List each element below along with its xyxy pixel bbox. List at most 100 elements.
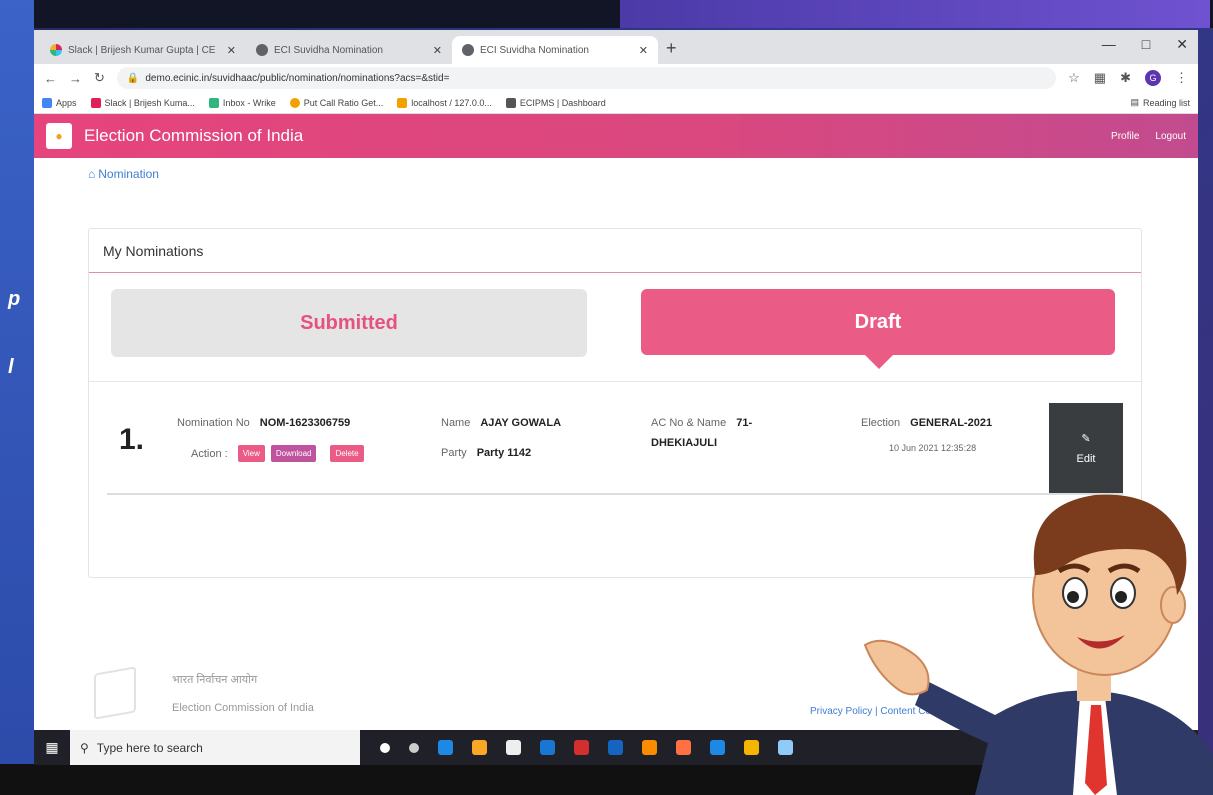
url-field[interactable]: 🔒 demo.ecinic.in/suvidhaac/public/nomina… xyxy=(116,67,1057,89)
taskbar-app-icon[interactable] xyxy=(506,740,521,755)
delete-button[interactable]: Delete xyxy=(330,445,364,462)
bookmark-label: ECIPMS | Dashboard xyxy=(519,97,606,108)
nomination-no-label: Nomination No xyxy=(177,417,250,429)
left-panel-glyph: p xyxy=(8,288,21,310)
bookmark-label: localhost / 127.0.0... xyxy=(411,97,492,108)
taskbar-app-icon[interactable] xyxy=(676,740,691,755)
taskbar-app-icon[interactable] xyxy=(472,740,487,755)
puzzle-icon[interactable]: ✱ xyxy=(1120,70,1131,86)
top-strip xyxy=(0,0,1213,28)
windows-start-icon[interactable]: ▦ xyxy=(34,739,70,756)
ac-label: AC No & Name xyxy=(651,417,727,429)
profile-link[interactable]: Profile xyxy=(1111,131,1139,142)
reading-list-button[interactable]: ▤ Reading list xyxy=(1130,97,1190,108)
taskbar-app-icon[interactable] xyxy=(778,740,793,755)
window-controls: — □ ✕ xyxy=(1102,36,1188,53)
reading-list-label: Reading list xyxy=(1142,97,1190,108)
taskbar-app-icon[interactable] xyxy=(574,740,589,755)
action-label: Action : xyxy=(191,447,228,460)
forward-icon[interactable]: → xyxy=(69,71,82,86)
download-button[interactable]: Download xyxy=(270,445,317,462)
logout-link[interactable]: Logout xyxy=(1155,131,1186,142)
bookmark-label: Inbox - Wrike xyxy=(222,97,276,108)
bookmark-item[interactable]: localhost / 127.0.0... xyxy=(397,97,492,108)
search-icon: ⚲ xyxy=(80,740,89,755)
apps-icon xyxy=(42,97,52,108)
pupil-shape xyxy=(1115,591,1127,603)
view-button[interactable]: View xyxy=(237,445,265,462)
browser-tab[interactable]: Slack | Brijesh Kumar Gupta | CE ✕ xyxy=(40,36,246,64)
taskbar-app-icon[interactable] xyxy=(744,740,759,755)
bookmark-item[interactable]: ECIPMS | Dashboard xyxy=(505,97,606,108)
taskbar-app-icon[interactable] xyxy=(409,742,419,753)
tab-submitted[interactable]: Submitted xyxy=(111,289,587,357)
bookmark-item[interactable]: Put Call Ratio Get... xyxy=(289,97,384,108)
taskbar-app-icon[interactable] xyxy=(438,740,453,755)
active-tab-pointer xyxy=(865,355,893,369)
header-links: Profile Logout xyxy=(1111,131,1186,142)
breadcrumb[interactable]: ⌂ Nomination xyxy=(34,158,1198,184)
name-label: Name xyxy=(441,417,471,429)
row-index: 1. xyxy=(119,423,145,456)
dashboard-icon xyxy=(505,97,516,108)
edit-label: Edit xyxy=(1076,452,1096,465)
reading-list-icon: ▤ xyxy=(1130,97,1139,107)
bookmark-item[interactable]: Inbox - Wrike xyxy=(208,97,276,108)
taskbar-app-icon[interactable] xyxy=(608,740,623,755)
taskbar-app-icon[interactable] xyxy=(710,740,725,755)
menu-icon[interactable]: ⋮ xyxy=(1175,70,1188,86)
checkmark-icon xyxy=(208,97,219,108)
bookmarks-bar: Apps Slack | Brijesh Kuma... Inbox - Wri… xyxy=(34,92,1198,114)
taskbar-app-icon[interactable] xyxy=(642,740,657,755)
cartoon-presenter-illustration xyxy=(863,494,1213,795)
phpmyadmin-icon xyxy=(397,97,408,108)
bookmark-item[interactable]: Apps xyxy=(42,97,77,108)
eci-logo-icon: ● xyxy=(46,123,72,149)
close-window-icon[interactable]: ✕ xyxy=(1176,36,1188,53)
close-tab-icon[interactable]: ✕ xyxy=(227,44,236,57)
globe-icon xyxy=(256,44,268,56)
election-label: Election xyxy=(861,417,901,429)
eci-emblem-icon xyxy=(94,666,136,720)
bookmark-label: Apps xyxy=(56,97,77,108)
edit-icon: ✎ xyxy=(1081,432,1091,445)
bookmark-label: Put Call Ratio Get... xyxy=(303,97,384,108)
taskbar-app-icon[interactable] xyxy=(540,740,555,755)
minimize-icon[interactable]: — xyxy=(1102,36,1116,53)
close-tab-icon[interactable]: ✕ xyxy=(639,44,648,57)
slack-icon xyxy=(90,97,101,108)
reload-icon[interactable]: ↻ xyxy=(94,70,105,86)
home-icon: ⌂ xyxy=(88,167,96,181)
party-value: Party 1142 xyxy=(476,447,532,459)
taskbar-app-icon[interactable] xyxy=(380,742,390,753)
taskbar-search-input[interactable]: ⚲ Type here to search xyxy=(70,730,360,765)
url-text: demo.ecinic.in/suvidhaac/public/nominati… xyxy=(145,72,450,84)
close-tab-icon[interactable]: ✕ xyxy=(433,44,442,57)
election-value: GENERAL-2021 xyxy=(910,417,993,429)
toolbar-right: ☆ ▦ ✱ G ⋮ xyxy=(1068,70,1188,86)
nomination-no-value: NOM-1623306759 xyxy=(259,417,351,429)
browser-tab[interactable]: ECI Suvidha Nomination ✕ xyxy=(246,36,452,64)
left-slide-panel: p l xyxy=(0,0,34,795)
browser-tab-active[interactable]: ECI Suvidha Nomination ✕ xyxy=(452,36,658,64)
top-strip-accent xyxy=(620,0,1210,28)
extension-icon[interactable]: ▦ xyxy=(1094,70,1106,86)
address-bar-row: ← → ↻ 🔒 demo.ecinic.in/suvidhaac/public/… xyxy=(34,64,1198,92)
left-panel-glyph: l xyxy=(8,356,14,378)
tab-draft[interactable]: Draft xyxy=(641,289,1115,355)
action-buttons: View Download Delete xyxy=(237,445,364,462)
taskbar-icons xyxy=(380,740,793,755)
avatar[interactable]: G xyxy=(1145,70,1161,86)
slack-icon xyxy=(50,44,62,56)
star-icon[interactable]: ☆ xyxy=(1068,70,1080,86)
footer-hindi-text: भारत निर्वाचन आयोग xyxy=(172,674,258,686)
bookmark-item[interactable]: Slack | Brijesh Kuma... xyxy=(90,97,195,108)
tab-title: ECI Suvidha Nomination xyxy=(274,44,383,56)
new-tab-button[interactable]: + xyxy=(666,38,677,59)
name-field: Name AJAY GOWALA xyxy=(441,417,561,429)
ac-field: AC No & Name 71- xyxy=(651,417,752,429)
maximize-icon[interactable]: □ xyxy=(1142,36,1150,53)
party-field: Party Party 1142 xyxy=(441,447,531,459)
divider xyxy=(89,381,1141,382)
back-icon[interactable]: ← xyxy=(44,71,57,86)
